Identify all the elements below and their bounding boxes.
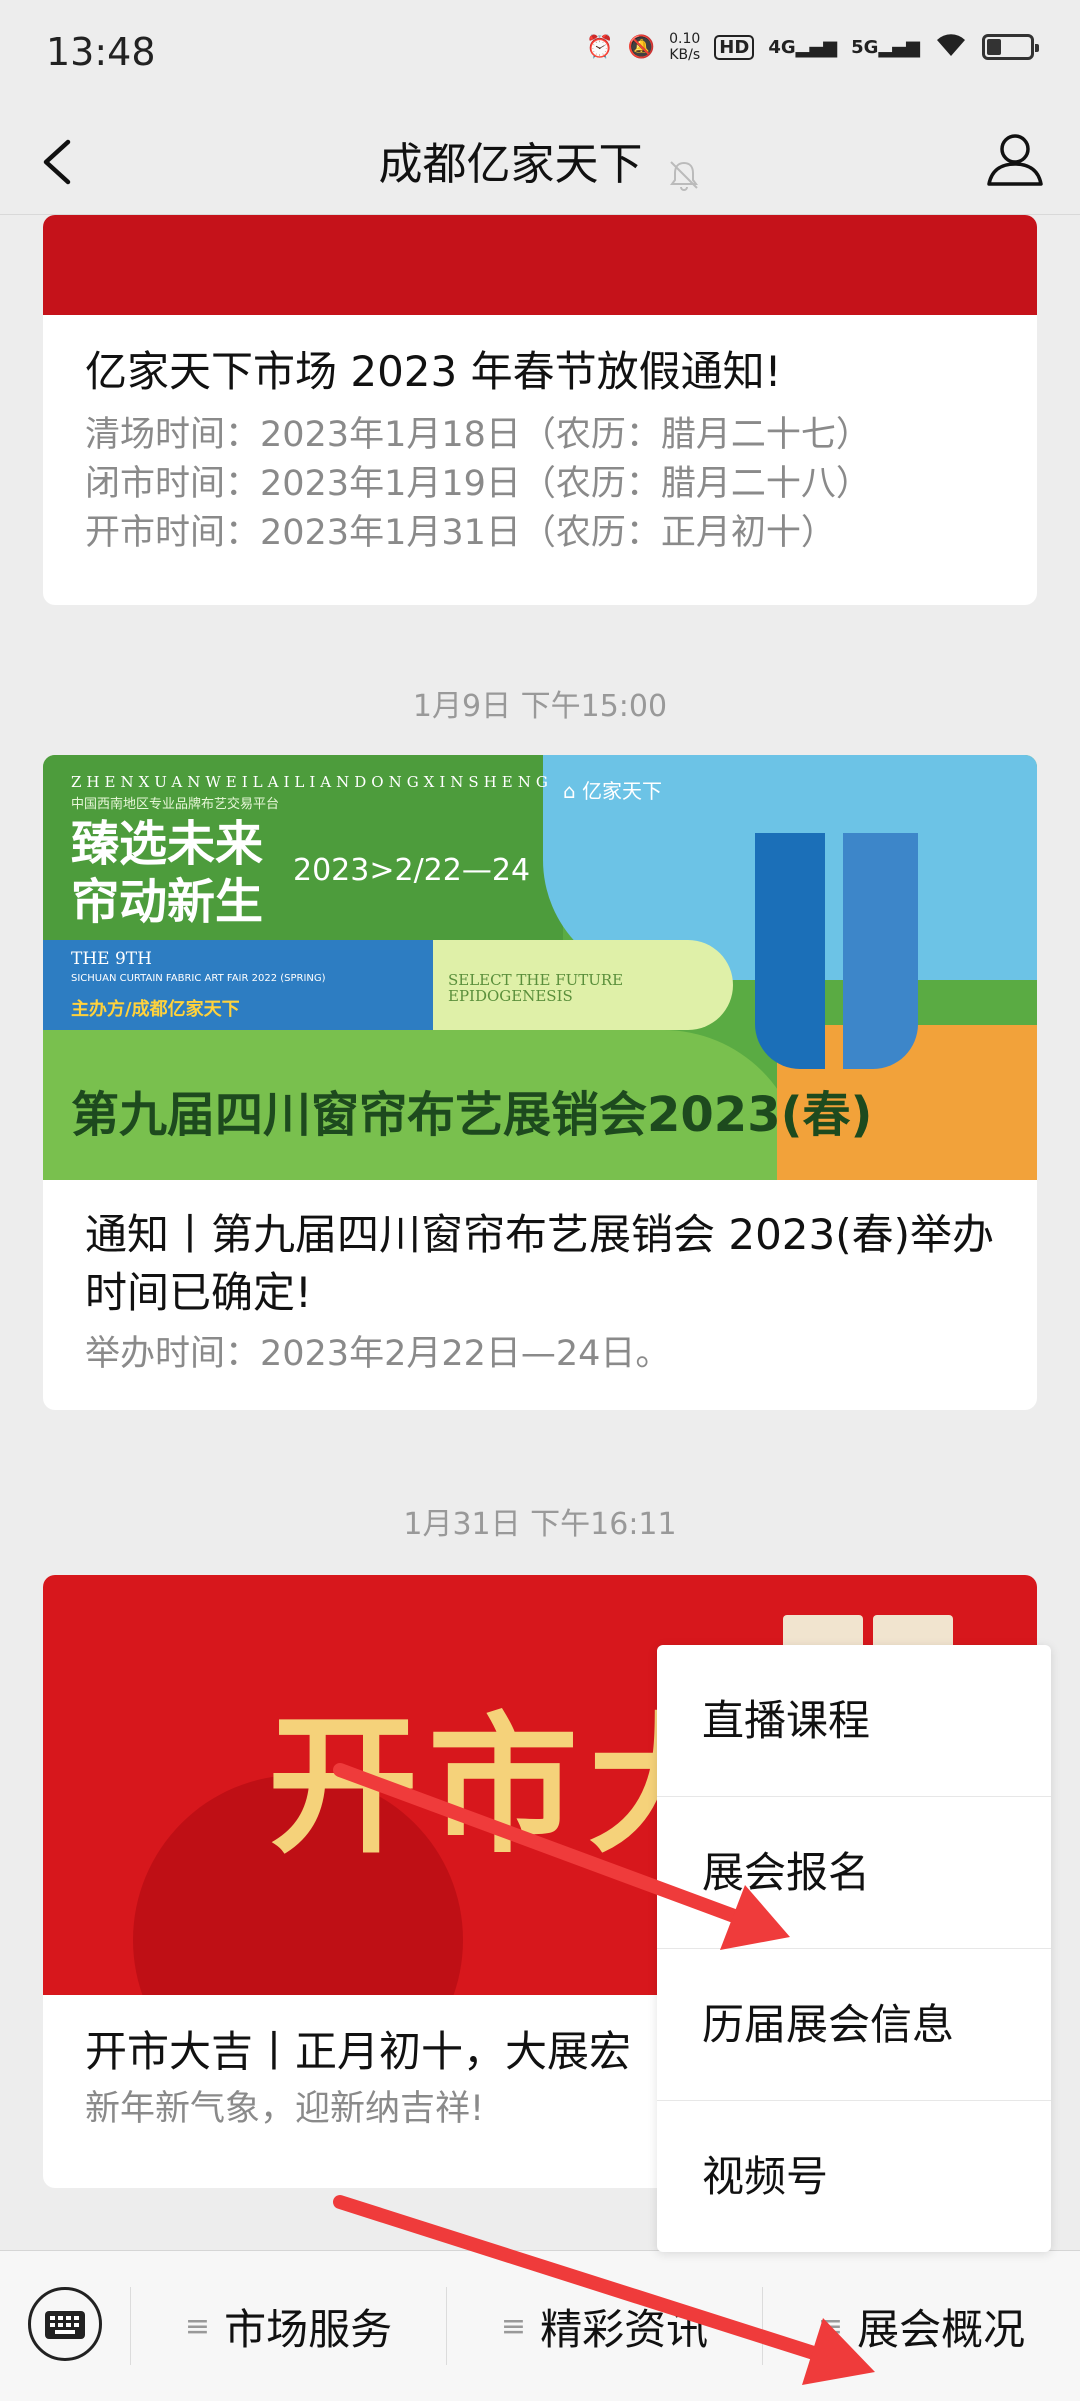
user-icon — [987, 134, 1043, 186]
article-card[interactable]: 亿家天下市场 2023 年春节放假通知! 清场时间：2023年1月18日（农历：… — [43, 215, 1037, 605]
submenu-item-live-courses[interactable]: 直播课程 — [657, 1645, 1051, 1797]
banner-subtitle: 中国西南地区专业品牌布艺交易平台 — [71, 797, 280, 812]
menu-exhibition-overview[interactable]: ≡ 展会概况 — [763, 2251, 1080, 2401]
signal-4g-label: 4G — [768, 36, 796, 58]
profile-button[interactable] — [980, 124, 1050, 194]
message-timestamp: 1月31日 下午16:11 — [403, 1507, 677, 1542]
banner-headline: 第九届四川窗帘布艺展销会2023(春) — [71, 1087, 873, 1143]
banner-english-slogan-line: SELECT THE FUTURE — [448, 971, 624, 989]
article-cover-image — [43, 215, 1037, 315]
article-card[interactable]: ZHENXUANWEILAILIANDONGXINSHENG 中国西南地区专业品… — [43, 755, 1037, 1410]
article-desc-line: 开市时间：2023年1月31日（农历：正月初十） — [85, 513, 836, 553]
article-desc-line: 闭市时间：2023年1月19日（农历：腊月二十八） — [85, 464, 871, 504]
banner-english-slogan: SELECT THE FUTURE EPIDOGENESIS — [448, 972, 623, 1004]
submenu-item-channels[interactable]: 视频号 — [657, 2101, 1051, 2252]
banner-slogan-line: 帘动新生 — [71, 874, 264, 930]
keyboard-icon — [45, 2311, 85, 2339]
brand-logo: ⌂ 亿家天下 — [563, 775, 662, 804]
menu-news[interactable]: ≡ 精彩资讯 — [447, 2251, 762, 2401]
menu-lines-icon: ≡ — [817, 2308, 844, 2344]
alarm-icon: ⏰ — [586, 34, 614, 60]
hd-icon: HD — [714, 34, 755, 60]
title-wrap: 成都亿家天下 — [0, 128, 1080, 193]
banner-host: 主办方/成都亿家天下 — [71, 999, 240, 1020]
signal-5g-label: 5G — [851, 36, 879, 58]
status-bar: 13:48 ⏰ 🔕 0.10 KB/s HD 4G▂▄▆ 5G▂▄▆ — [0, 0, 1080, 110]
article-cover-image: ZHENXUANWEILAILIANDONGXINSHENG 中国西南地区专业品… — [43, 755, 1037, 1180]
banner-english-title: THE 9TH — [71, 949, 152, 969]
nav-bar: 成都亿家天下 — [0, 110, 1080, 215]
signal-4g-icon: 4G▂▄▆ — [768, 36, 838, 58]
battery-icon — [982, 34, 1039, 60]
keyboard-toggle-button[interactable] — [28, 2287, 102, 2361]
article-desc-line: 举办时间：2023年2月22日—24日。 — [85, 1334, 671, 1374]
brand-logo-text: 亿家天下 — [582, 779, 663, 803]
page-title: 成都亿家天下 — [378, 139, 643, 190]
submenu-item-past-exhibitions[interactable]: 历届展会信息 — [657, 1949, 1051, 2101]
menu-label: 精彩资讯 — [540, 2304, 709, 2354]
banner-pinyin: ZHENXUANWEILAILIANDONGXINSHENG — [71, 773, 553, 791]
submenu-item-exhibition-signup[interactable]: 展会报名 — [657, 1797, 1051, 1949]
article-title: 亿家天下市场 2023 年春节放假通知! — [85, 347, 782, 396]
banner-slogan: 臻选未来 帘动新生 — [71, 815, 263, 931]
menu-lines-icon: ≡ — [184, 2308, 211, 2344]
network-speed-unit: KB/s — [669, 47, 701, 63]
banner-date: 2023>2/22—24 — [293, 853, 531, 888]
status-icons: ⏰ 🔕 0.10 KB/s HD 4G▂▄▆ 5G▂▄▆ — [586, 30, 1039, 64]
menu-label: 市场服务 — [224, 2304, 393, 2354]
logo-icon: ⌂ — [563, 779, 576, 803]
menu-market-services[interactable]: ≡ 市场服务 — [131, 2251, 446, 2401]
signal-5g-icon: 5G▂▄▆ — [851, 36, 920, 58]
submenu-popup: 直播课程 展会报名 历届展会信息 视频号 — [657, 1645, 1051, 2252]
clock: 13:48 — [46, 30, 156, 74]
menu-lines-icon: ≡ — [500, 2308, 527, 2344]
mute-notification-icon: 🔕 — [627, 34, 656, 60]
banner-slogan-line: 臻选未来 — [71, 816, 264, 872]
article-title: 通知丨第九届四川窗帘布艺展销会 2023(春)举办时间已确定! — [85, 1210, 995, 1317]
article-desc-line: 清场时间：2023年1月18日（农历：腊月二十七） — [85, 415, 871, 455]
bottom-menu-bar: ≡ 市场服务 ≡ 精彩资讯 ≡ 展会概况 — [0, 2250, 1080, 2401]
banner-english-subtitle: SICHUAN CURTAIN FABRIC ART FAIR 2022 (SP… — [71, 973, 326, 984]
network-speed-value: 0.10 — [669, 31, 701, 47]
message-timestamp: 1月9日 下午15:00 — [412, 689, 668, 724]
banner-english-slogan-line: EPIDOGENESIS — [448, 987, 573, 1005]
muted-bell-icon — [669, 160, 698, 191]
menu-label: 展会概况 — [857, 2304, 1026, 2354]
network-speed: 0.10 KB/s — [669, 31, 700, 63]
wifi-icon — [934, 30, 968, 64]
